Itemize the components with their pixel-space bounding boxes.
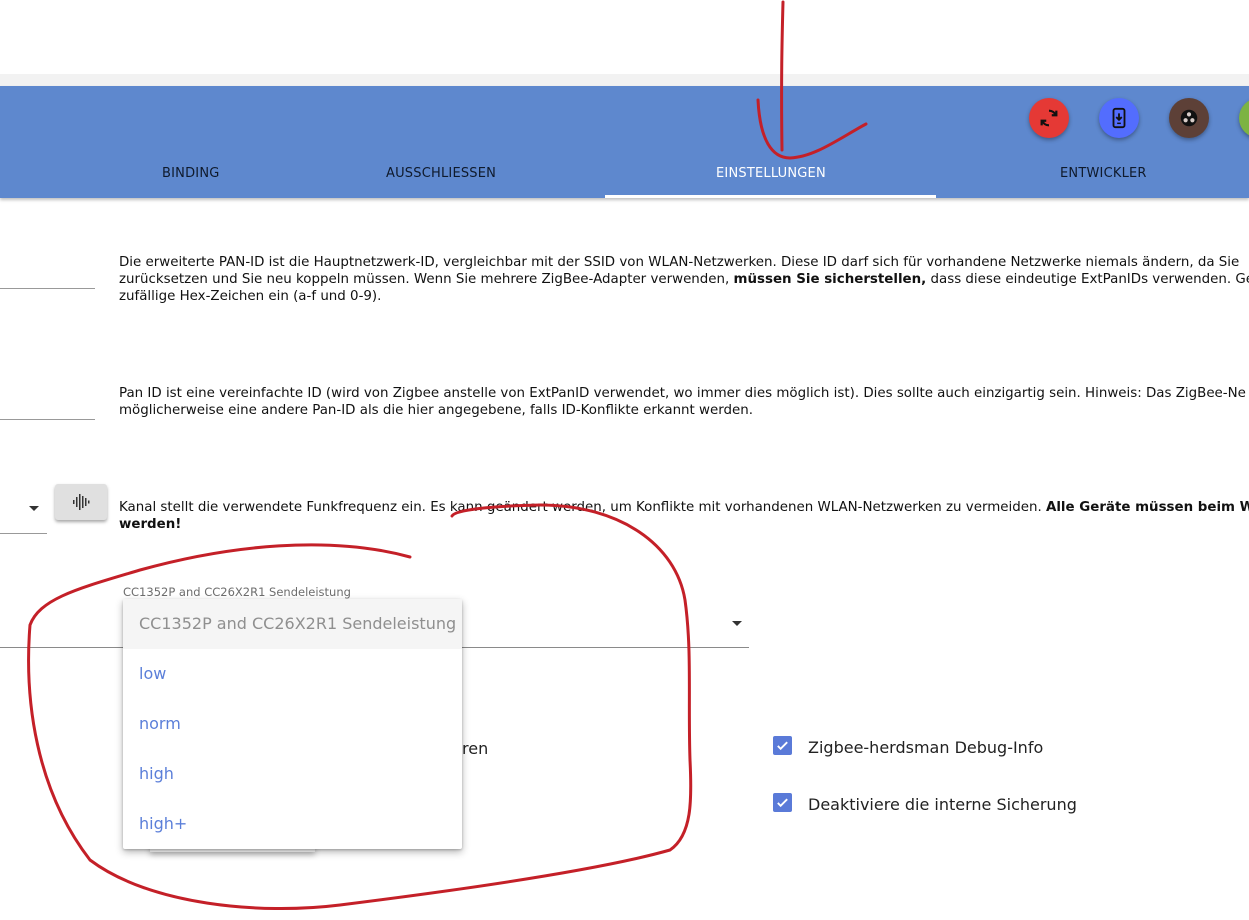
tab-einstellungen[interactable]: EINSTELLUNGEN [716,166,826,181]
tab-ausschliessen[interactable]: AUSSCHLIESSEN [386,166,496,181]
top-strip [0,74,1249,86]
checkmark-icon [777,798,788,808]
extpanid-input[interactable] [0,288,95,289]
channel-description: Kanal stellt die verwendete Funkfrequenz… [119,500,1249,532]
active-tab-indicator [605,195,936,198]
checkmark-icon [777,741,788,751]
channel-dropdown-arrow[interactable] [29,506,39,511]
channel-scan-button[interactable] [55,484,107,520]
phone-download-icon [1112,107,1126,129]
disable-backup-checkbox[interactable] [773,793,792,812]
extpanid-description: Die erweiterte PAN-ID ist die Hauptnetzw… [119,255,1249,304]
panid-description: Pan ID ist eine vereinfachte ID (wird vo… [119,386,1246,418]
tab-entwickler[interactable]: ENTWICKLER [1060,166,1147,181]
debug-info-checkbox[interactable] [773,736,792,755]
refresh-icon [1040,109,1058,127]
refresh-button[interactable] [1029,98,1069,138]
adapter-button[interactable] [1169,98,1209,138]
tab-binding[interactable]: BINDING [162,166,220,181]
menu-option-norm[interactable]: norm [123,699,462,749]
menu-placeholder-item: CC1352P and CC26X2R1 Sendeleistung [123,599,462,649]
menu-option-low[interactable]: low [123,649,462,699]
debug-info-label: Zigbee-herdsman Debug-Info [808,738,1044,757]
channel-select[interactable] [0,533,47,534]
disable-backup-label: Deaktiviere die interne Sicherung [808,795,1077,814]
install-device-button[interactable] [1099,98,1139,138]
network-icon [1180,109,1198,127]
menu-option-high-plus[interactable]: high+ [123,799,462,849]
transmit-power-menu: CC1352P and CC26X2R1 Sendeleistung low n… [123,599,462,849]
transmit-power-label: CC1352P and CC26X2R1 Sendeleistung [123,585,351,599]
transmit-power-dropdown-arrow[interactable] [732,621,742,626]
menu-option-high[interactable]: high [123,749,462,799]
panid-input[interactable] [0,419,95,420]
audio-wave-icon [73,494,90,510]
hidden-checkbox-label: ren [462,739,489,758]
